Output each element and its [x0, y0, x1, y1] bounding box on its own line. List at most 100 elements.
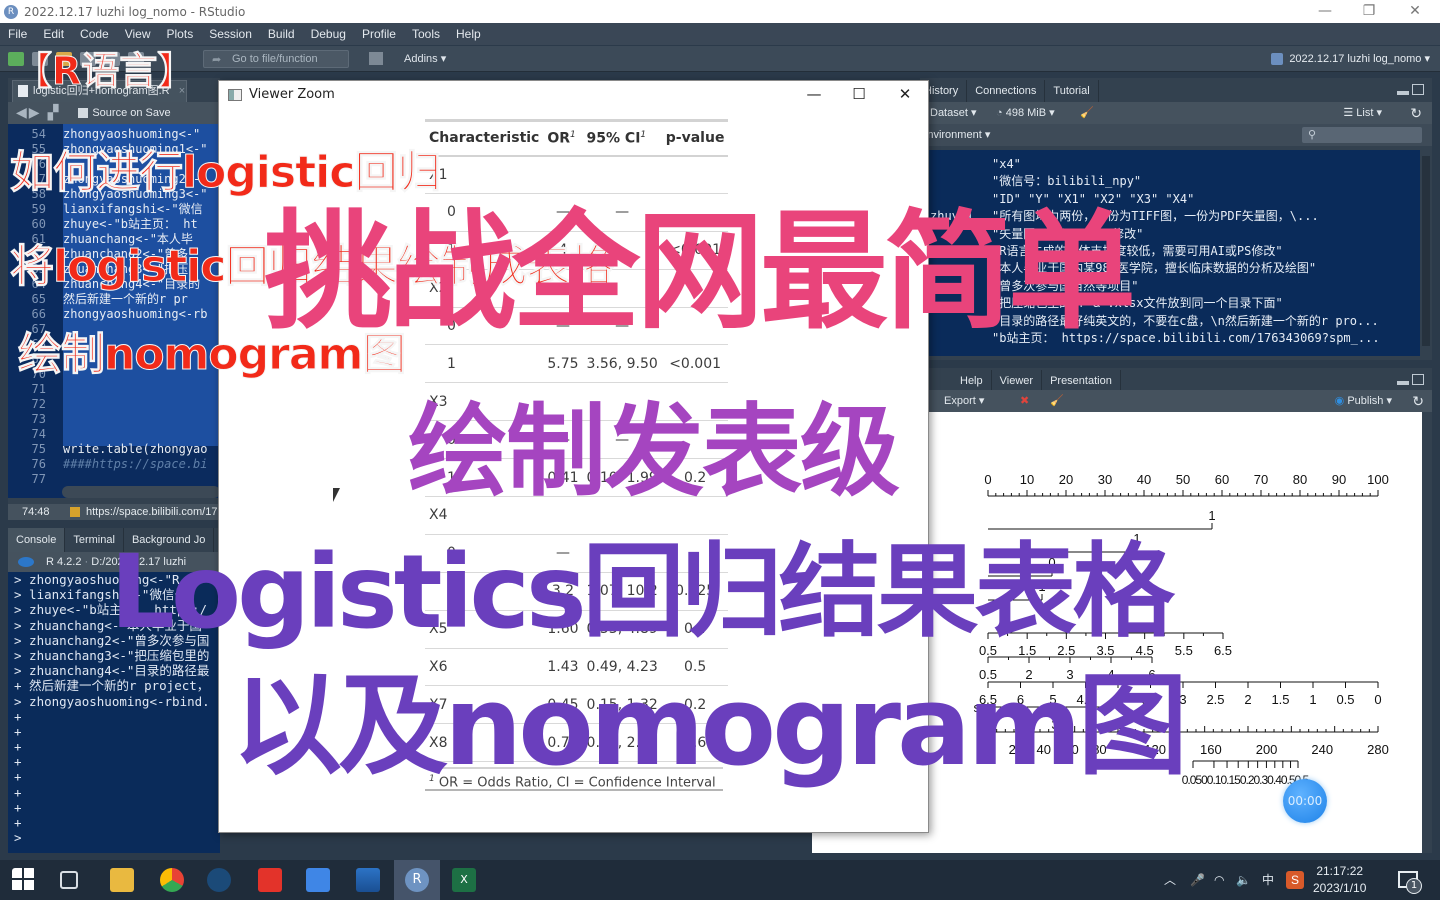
environment-search-input[interactable]: ⚲: [1302, 127, 1422, 143]
code-line[interactable]: 64 zhuanchang4<-"目录的: [8, 277, 220, 292]
clear-viewer-icon[interactable]: ✖: [1020, 390, 1029, 412]
broom-icon[interactable]: 🧹: [1050, 390, 1064, 412]
menu-file[interactable]: File: [8, 27, 27, 41]
menu-debug[interactable]: Debug: [311, 27, 346, 41]
code-line[interactable]: 69: [8, 352, 220, 367]
console-output[interactable]: > zhongyaoshuoming<-"R > lianxifangshi<-"…: [8, 572, 220, 853]
addins-dropdown[interactable]: Addins ▾: [404, 52, 446, 65]
start-button-icon[interactable]: [12, 868, 36, 892]
new-project-icon[interactable]: [32, 51, 48, 66]
code-editor[interactable]: 54 zhongyaoshuoming<-" 55 zhongyaoshuoming1…: [8, 124, 220, 498]
pane-min-max[interactable]: [1397, 84, 1424, 95]
tab-help[interactable]: Help: [920, 370, 992, 392]
code-line[interactable]: 59 lianxifangshi<-"微信: [8, 202, 220, 217]
code-line[interactable]: 61 zhuanchang<-"本人毕: [8, 232, 220, 247]
tab-presentation[interactable]: Presentation: [1042, 370, 1121, 392]
env-value[interactable]: "R语言生成的字体支持度较低，需要可用AI或PS修改": [992, 243, 1283, 260]
refresh-icon[interactable]: ↻: [1410, 102, 1422, 124]
window-close-button[interactable]: ✕: [1392, 0, 1438, 23]
menu-code[interactable]: Code: [80, 27, 109, 41]
code-line[interactable]: 54 zhongyaoshuoming<-": [8, 127, 220, 142]
menu-tools[interactable]: Tools: [412, 27, 440, 41]
task-view-icon[interactable]: [60, 871, 78, 889]
publish-button[interactable]: ◉ Publish ▾: [1335, 390, 1392, 412]
code-line[interactable]: 73: [8, 412, 220, 427]
forward-arrow-icon[interactable]: ▶: [29, 105, 40, 121]
code-line[interactable]: 74: [8, 427, 220, 442]
env-variable-name[interactable]: zhuye1: [930, 208, 973, 225]
window-minimize-button[interactable]: —: [1302, 0, 1348, 23]
volume-icon[interactable]: 🔈: [1236, 860, 1251, 900]
environment-values[interactable]: zhuye1 "x4" "微信号：bilibili_npy" "ID" "Y" "X1…: [920, 150, 1420, 356]
tab-tutorial[interactable]: Tutorial: [1045, 80, 1099, 102]
viewer-zoom-minimize-button[interactable]: —: [791, 81, 837, 109]
rstudio-taskbar-icon[interactable]: R: [405, 868, 429, 892]
new-file-icon[interactable]: [8, 51, 24, 66]
save-icon[interactable]: [80, 51, 96, 66]
working-directory[interactable]: D:/2022.12.17 luzhi: [91, 556, 186, 568]
tab-console[interactable]: Console: [8, 528, 66, 552]
env-value[interactable]: "ID" "Y" "X1" "X2" "X3" "X4": [992, 191, 1194, 208]
chrome-icon[interactable]: [160, 868, 184, 892]
menu-plots[interactable]: Plots: [167, 27, 194, 41]
env-value[interactable]: "矢量图可导入AI或PS修改": [992, 226, 1143, 243]
back-arrow-icon[interactable]: ◀: [16, 105, 27, 121]
file-explorer-icon[interactable]: [110, 868, 134, 892]
viewer-zoom-close-button[interactable]: ✕: [882, 81, 928, 109]
excel-icon[interactable]: X: [452, 868, 476, 892]
menu-profile[interactable]: Profile: [362, 27, 396, 41]
menu-view[interactable]: View: [125, 27, 151, 41]
env-value[interactable]: "微信号：bilibili_npy": [992, 173, 1141, 190]
code-line[interactable]: 58 zhongyaoshuoming3<-": [8, 187, 220, 202]
menu-help[interactable]: Help: [456, 27, 481, 41]
tab-terminal[interactable]: Terminal: [65, 528, 124, 552]
environment-scrollbar[interactable]: [1422, 156, 1430, 346]
code-line[interactable]: 76 ####https://space.bi: [8, 457, 220, 472]
refresh-icon[interactable]: ↻: [1412, 390, 1424, 412]
recording-timer[interactable]: 00:00: [1283, 779, 1327, 823]
feishu-icon[interactable]: [306, 868, 330, 892]
code-line[interactable]: 55 zhongyaoshuoming1<-": [8, 142, 220, 157]
list-view-dropdown[interactable]: ☰ List ▾: [1343, 102, 1382, 124]
open-file-icon[interactable]: [56, 51, 72, 66]
code-line[interactable]: 65 然后新建一个新的r pr: [8, 292, 220, 307]
steam-icon[interactable]: [207, 868, 231, 892]
env-value[interactable]: "把压缩包里的.r & .xlsx文件放到同一个目录下面": [992, 295, 1283, 312]
show-in-window-icon[interactable]: ▞: [48, 105, 59, 121]
photos-icon[interactable]: [356, 868, 380, 892]
ime-indicator[interactable]: 中: [1262, 860, 1274, 900]
env-value[interactable]: "曾多次参与国自然等项目": [992, 278, 1138, 295]
menu-build[interactable]: Build: [268, 27, 295, 41]
minimize-pane-icon[interactable]: [1397, 91, 1409, 95]
code-line[interactable]: 62 zhuanchang2<-"曾多: [8, 247, 220, 262]
broom-icon[interactable]: 🧹: [1080, 102, 1094, 124]
network-icon[interactable]: ◠: [1214, 860, 1224, 900]
env-value[interactable]: "本人毕业于国内某985医学院，擅长临床数据的分析及绘图": [992, 260, 1316, 277]
horizontal-scrollbar[interactable]: [62, 486, 220, 498]
viewer-zoom-maximize-button[interactable]: ☐: [836, 81, 882, 109]
tab-background-jobs[interactable]: Background Jo: [124, 528, 215, 552]
env-value[interactable]: "目录的路径最好纯英文的，不要在c盘，\n然后新建一个新的r pro...: [992, 313, 1379, 330]
viewer-min-max[interactable]: [1397, 374, 1424, 385]
env-value[interactable]: "所有图均为两份，一份为TIFF图，一份为PDF矢量图，\...: [992, 208, 1319, 225]
window-restore-button[interactable]: ❐: [1346, 0, 1392, 23]
workspace-panes-icon[interactable]: [369, 52, 383, 65]
system-clock[interactable]: 21:17:22 2023/1/10: [1313, 863, 1366, 897]
code-line[interactable]: 72: [8, 397, 220, 412]
code-line[interactable]: 67: [8, 322, 220, 337]
source-tab[interactable]: logistic回归+nomogram图.R ×: [12, 80, 187, 102]
print-icon[interactable]: [128, 51, 144, 66]
current-section[interactable]: https://space.bilibili.com/17: [86, 504, 217, 520]
tab-viewer[interactable]: Viewer: [992, 370, 1043, 392]
microphone-icon[interactable]: 🎤: [1190, 860, 1205, 900]
menu-edit[interactable]: Edit: [43, 27, 64, 41]
goto-file-function-input[interactable]: ➦ Go to file/function: [203, 50, 349, 68]
code-line[interactable]: 68: [8, 337, 220, 352]
code-line[interactable]: 66 zhongyaoshuoming<-rb: [8, 307, 220, 322]
menu-session[interactable]: Session: [209, 27, 252, 41]
code-line[interactable]: 57 zhongyaoshuoming2<-": [8, 172, 220, 187]
code-line[interactable]: 63 zhuanchang3<-"把压: [8, 262, 220, 277]
sogou-ime-icon[interactable]: S: [1286, 871, 1304, 889]
global-environment-dropdown[interactable]: Environment ▾: [920, 124, 990, 146]
code-line[interactable]: 75 write.table(zhongyao: [8, 442, 220, 457]
